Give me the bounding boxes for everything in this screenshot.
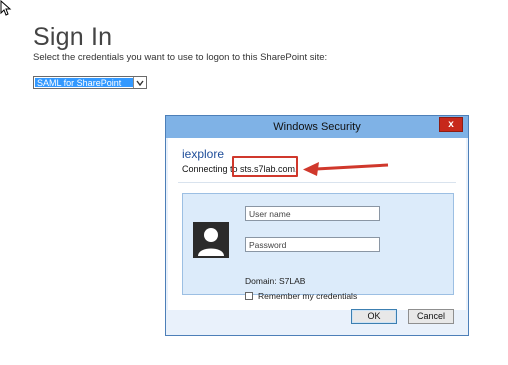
close-icon: x bbox=[448, 119, 454, 130]
credential-tile[interactable]: Domain: S7LAB Remember my credentials bbox=[182, 193, 454, 301]
remember-checkbox[interactable] bbox=[245, 292, 253, 300]
auth-provider-selected: SAML for SharePoint bbox=[35, 78, 133, 87]
remember-label: Remember my credentials bbox=[258, 291, 358, 301]
close-button[interactable]: x bbox=[439, 117, 463, 132]
cancel-button[interactable]: Cancel bbox=[408, 309, 454, 324]
user-avatar-icon bbox=[193, 222, 229, 258]
remember-credentials[interactable]: Remember my credentials bbox=[245, 291, 357, 301]
app-name: iexplore bbox=[182, 147, 225, 161]
chevron-down-icon bbox=[136, 80, 144, 86]
ok-button[interactable]: OK bbox=[351, 309, 397, 324]
password-field[interactable] bbox=[245, 237, 380, 252]
instructions-text: Select the credentials you want to use t… bbox=[33, 52, 328, 63]
dialog-title: Windows Security bbox=[273, 121, 361, 133]
divider bbox=[178, 182, 456, 183]
dropdown-button[interactable] bbox=[133, 77, 146, 88]
auth-provider-select[interactable]: SAML for SharePoint bbox=[33, 76, 147, 89]
username-field[interactable] bbox=[245, 206, 380, 221]
page-title: Sign In bbox=[33, 22, 113, 51]
mouse-pointer-icon bbox=[0, 0, 12, 16]
dialog-titlebar[interactable]: Windows Security x bbox=[166, 116, 468, 138]
windows-security-dialog: Windows Security x iexplore Connecting t… bbox=[165, 115, 469, 336]
domain-text: Domain: S7LAB bbox=[245, 276, 306, 286]
red-arrow-icon bbox=[303, 162, 389, 176]
highlight-box bbox=[232, 156, 298, 177]
